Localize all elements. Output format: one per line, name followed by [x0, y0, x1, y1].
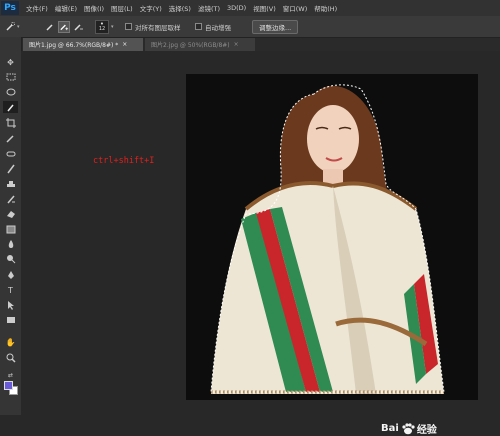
- menu-type[interactable]: 文字(Y): [140, 3, 162, 13]
- photoshop-logo: Ps: [1, 1, 19, 15]
- menu-help[interactable]: 帮助(H): [314, 3, 337, 13]
- tab-image1[interactable]: 图片1.jpg @ 66.7%(RGB/8#) * ×: [23, 38, 143, 51]
- tool-preset-picker[interactable]: ▾: [4, 20, 20, 33]
- paw-logo-icon: [402, 422, 415, 434]
- menu-3d[interactable]: 3D(D): [227, 4, 246, 12]
- new-selection-icon: [44, 21, 56, 33]
- tab-label: 图片2.jpg @ 50%(RGB/8#): [151, 42, 230, 49]
- sample-all-layers-label: 对所有图层取样: [135, 23, 181, 32]
- menu-window[interactable]: 窗口(W): [283, 3, 308, 13]
- refine-edge-button[interactable]: 调整边缘...: [252, 19, 299, 34]
- zoom-tool-icon[interactable]: [3, 352, 18, 364]
- menu-filter[interactable]: 滤镜(T): [198, 3, 220, 13]
- menu-layer[interactable]: 图层(L): [111, 3, 133, 13]
- subtract-from-selection-button[interactable]: [72, 20, 84, 33]
- new-selection-button[interactable]: [44, 20, 56, 33]
- baidu-jingyan-watermark: Bai 经验: [381, 421, 437, 436]
- hand-tool-icon[interactable]: ✋: [3, 336, 18, 348]
- type-tool-icon[interactable]: T: [3, 284, 18, 296]
- watermark-right-text: 经验: [416, 425, 437, 436]
- brush-size-picker[interactable]: • 12 ▾: [95, 19, 114, 34]
- path-selection-icon[interactable]: [3, 299, 18, 311]
- eyedropper-tool-icon[interactable]: [3, 132, 18, 144]
- menu-edit[interactable]: 编辑(E): [55, 3, 77, 13]
- gradient-tool-icon[interactable]: [3, 223, 18, 235]
- swap-colors-icon[interactable]: ⇄: [3, 369, 18, 381]
- auto-enhance-checkbox[interactable]: [195, 23, 202, 30]
- menu-image[interactable]: 图像(I): [84, 3, 104, 13]
- add-to-selection-button[interactable]: [58, 20, 70, 33]
- quick-selection-tool-icon[interactable]: [3, 101, 18, 113]
- tab-label: 图片1.jpg @ 66.7%(RGB/8#) *: [29, 42, 119, 49]
- chevron-down-icon: ▾: [17, 23, 20, 30]
- marquee-tool-icon[interactable]: [3, 71, 18, 83]
- close-icon[interactable]: ×: [122, 41, 127, 48]
- foreground-color-swatch[interactable]: [4, 381, 13, 390]
- options-bar: ▾ • 12 ▾ 对所有图层取样 自动增强 调整边缘...: [0, 16, 500, 38]
- clone-stamp-icon[interactable]: [3, 178, 18, 190]
- woman-scarf-photo: [210, 84, 445, 394]
- history-brush-icon[interactable]: [3, 193, 18, 205]
- menu-file[interactable]: 文件(F): [26, 3, 48, 13]
- crop-tool-icon[interactable]: [3, 117, 18, 129]
- healing-brush-icon[interactable]: [3, 148, 18, 160]
- pen-tool-icon[interactable]: [3, 269, 18, 281]
- menu-bar: Ps 文件(F) 编辑(E) 图像(I) 图层(L) 文字(Y) 选择(S) 滤…: [0, 0, 500, 16]
- shortcut-annotation: ctrl+shift+I: [93, 156, 155, 166]
- menu-view[interactable]: 视图(V): [253, 3, 276, 13]
- document-image[interactable]: [186, 74, 478, 400]
- rectangle-tool-icon[interactable]: [3, 314, 18, 326]
- tools-panel: ✥ T ✋ ⇄: [0, 37, 22, 415]
- dodge-tool-icon[interactable]: [3, 253, 18, 265]
- brush-size-value: 12: [98, 26, 106, 32]
- brush-tool-icon[interactable]: [3, 163, 18, 175]
- blur-tool-icon[interactable]: [3, 238, 18, 250]
- subtract-selection-icon: [72, 21, 84, 33]
- document-tabs: 图片1.jpg @ 66.7%(RGB/8#) * × 图片2.jpg @ 50…: [21, 38, 500, 51]
- menu-select[interactable]: 选择(S): [169, 3, 191, 13]
- watermark-left-text: Bai: [381, 423, 399, 434]
- add-to-selection-icon: [58, 20, 70, 33]
- move-tool-icon[interactable]: ✥: [3, 56, 18, 68]
- brush-preview: • 12: [95, 19, 109, 34]
- sample-all-layers-checkbox[interactable]: [125, 23, 132, 30]
- canvas-area[interactable]: ctrl+shift+I Bai 经验: [21, 51, 500, 436]
- tab-image2[interactable]: 图片2.jpg @ 50%(RGB/8#) ×: [145, 38, 255, 51]
- quick-selection-preset-icon: [4, 21, 16, 33]
- eraser-tool-icon[interactable]: [3, 208, 18, 220]
- sample-all-layers-option[interactable]: 对所有图层取样: [125, 20, 181, 33]
- auto-enhance-label: 自动增强: [205, 23, 231, 32]
- chevron-down-icon: ▾: [111, 23, 114, 30]
- lasso-tool-icon[interactable]: [3, 86, 18, 98]
- auto-enhance-option[interactable]: 自动增强: [195, 20, 231, 33]
- close-icon[interactable]: ×: [234, 41, 239, 48]
